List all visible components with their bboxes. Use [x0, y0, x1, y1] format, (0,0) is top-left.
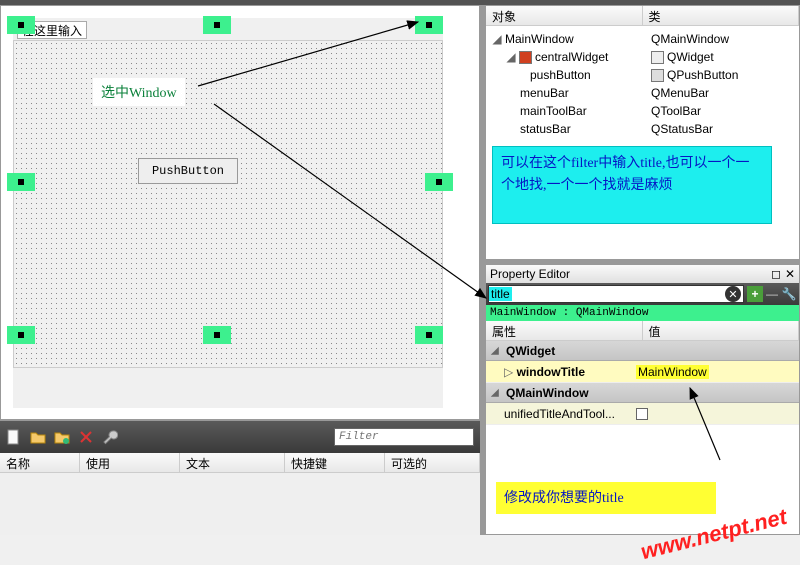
filter-text: title	[489, 287, 512, 301]
col-checkable[interactable]: 可选的	[385, 453, 480, 472]
action-toolbar	[0, 421, 480, 453]
close-icon[interactable]: ✕	[785, 267, 795, 281]
clear-filter-icon[interactable]: ✕	[725, 286, 741, 302]
action-headers: 名称 使用 文本 快捷键 可选的	[0, 453, 480, 473]
resize-handle-ne[interactable]	[415, 16, 443, 34]
prop-name: unifiedTitleAndTool...	[486, 407, 636, 421]
annotation-select-window: 选中Window	[93, 78, 185, 106]
expand-toggle[interactable]: ◢	[506, 50, 516, 65]
tree-row[interactable]: ◢ centralWidget QWidget	[486, 48, 799, 66]
resize-handle-w[interactable]	[7, 173, 35, 191]
folder-icon[interactable]	[30, 429, 46, 445]
property-row-unified[interactable]: unifiedTitleAndTool...	[486, 403, 799, 425]
tree-obj-name: MainWindow	[505, 32, 574, 46]
property-filter-input[interactable]: title ✕	[488, 285, 744, 303]
prop-name: windowTitle	[517, 365, 585, 379]
tree-row[interactable]: pushButton QPushButton	[486, 66, 799, 84]
property-row-windowtitle[interactable]: ▷ windowTitle MainWindow	[486, 361, 799, 383]
prop-value-windowtitle[interactable]: MainWindow	[636, 365, 709, 379]
tree-class-name: QWidget	[667, 50, 714, 64]
layout-warning-icon	[519, 51, 532, 64]
resize-handle-sw[interactable]	[7, 326, 35, 344]
property-group[interactable]: ◢QWidget	[486, 341, 799, 361]
col-shortcut[interactable]: 快捷键	[285, 453, 385, 472]
property-search-row: title ✕ + — 🔧	[486, 283, 799, 305]
resize-handle-e[interactable]	[425, 173, 453, 191]
tree-class-name: QPushButton	[667, 68, 738, 82]
panel-title-text: Property Editor	[490, 267, 570, 281]
resize-handle-nw[interactable]	[7, 16, 35, 34]
tree-row[interactable]: menuBar QMenuBar	[486, 84, 799, 102]
group-label: QMainWindow	[506, 386, 589, 400]
wrench-icon[interactable]	[102, 429, 118, 445]
unpin-icon[interactable]: ◻	[771, 267, 781, 281]
col-object[interactable]: 对象	[486, 6, 643, 25]
delete-action-icon[interactable]	[78, 429, 94, 445]
prop-headers: 属性 值	[486, 321, 799, 341]
tree-obj-name: statusBar	[520, 122, 571, 136]
col-used[interactable]: 使用	[80, 453, 180, 472]
tree-class-name: QToolBar	[651, 104, 701, 118]
tree-obj-name: mainToolBar	[520, 104, 587, 118]
annotation-filter-hint: 可以在这个filter中输入title,也可以一个一个地找,一个一个找就是麻烦	[492, 146, 772, 224]
push-button[interactable]: PushButton	[138, 158, 238, 184]
designer-area[interactable]: 在这里输入 PushButton 选中Window	[0, 5, 480, 420]
main-layout: 在这里输入 PushButton 选中Window	[0, 5, 800, 535]
tree-class-name: QMainWindow	[651, 32, 729, 46]
tree-row[interactable]: statusBar QStatusBar	[486, 120, 799, 138]
resize-handle-s[interactable]	[203, 326, 231, 344]
edit-action-icon[interactable]	[54, 429, 70, 445]
minus-icon[interactable]: —	[766, 287, 778, 301]
new-action-icon[interactable]	[6, 429, 22, 445]
col-text[interactable]: 文本	[180, 453, 285, 472]
checkbox-unified[interactable]	[636, 408, 648, 420]
tree-row[interactable]: ◢MainWindow QMainWindow	[486, 30, 799, 48]
object-inspector: 对象 类 ◢MainWindow QMainWindow ◢centralWid…	[485, 5, 800, 260]
expand-toggle[interactable]: ◢	[492, 32, 502, 47]
property-group[interactable]: ◢QMainWindow	[486, 383, 799, 403]
property-editor-title: Property Editor ◻ ✕	[486, 265, 799, 283]
selected-object-label: MainWindow : QMainWindow	[486, 305, 799, 321]
settings-icon[interactable]: 🔧	[781, 286, 797, 302]
resize-handle-n[interactable]	[203, 16, 231, 34]
col-name[interactable]: 名称	[0, 453, 80, 472]
col-class[interactable]: 类	[643, 6, 800, 25]
col-value[interactable]: 值	[643, 321, 800, 340]
property-editor: Property Editor ◻ ✕ title ✕ + — 🔧 MainWi…	[485, 264, 800, 535]
annotation-modify-title: 修改成你想要的title	[496, 482, 716, 514]
resize-handle-se[interactable]	[415, 326, 443, 344]
object-tree[interactable]: ◢MainWindow QMainWindow ◢centralWidget Q…	[486, 26, 799, 142]
tree-class-name: QStatusBar	[651, 122, 713, 136]
add-dynamic-property-icon[interactable]: +	[747, 286, 763, 302]
widget-icon	[651, 51, 664, 64]
button-icon	[651, 69, 664, 82]
tree-row[interactable]: mainToolBar QToolBar	[486, 102, 799, 120]
tree-class-name: QMenuBar	[651, 86, 709, 100]
action-filter-input[interactable]	[334, 428, 474, 446]
group-label: QWidget	[506, 344, 555, 358]
main-window-canvas[interactable]: 在这里输入 PushButton 选中Window	[13, 18, 443, 408]
designer-pane: 在这里输入 PushButton 选中Window	[0, 5, 480, 535]
right-pane: 对象 类 ◢MainWindow QMainWindow ◢centralWid…	[485, 5, 800, 535]
obj-header-row: 对象 类	[486, 6, 799, 26]
action-editor-panel: 名称 使用 文本 快捷键 可选的	[0, 420, 480, 535]
tree-obj-name: menuBar	[520, 86, 569, 100]
col-property[interactable]: 属性	[486, 321, 643, 340]
tree-obj-name: pushButton	[530, 68, 591, 82]
tree-obj-name: centralWidget	[535, 50, 608, 64]
central-widget-area[interactable]	[13, 40, 443, 368]
